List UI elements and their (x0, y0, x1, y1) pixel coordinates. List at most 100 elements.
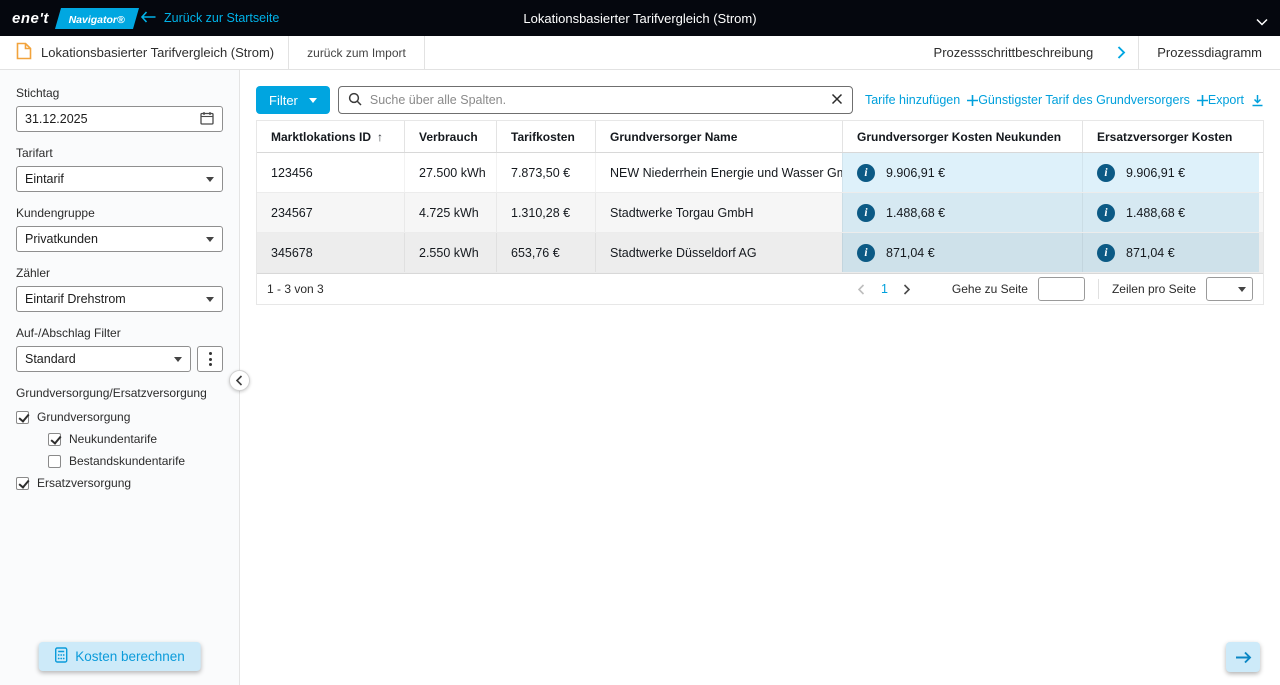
checkbox-ersatzversorgung[interactable]: Ersatzversorgung (16, 476, 223, 490)
checkbox-neukundentarife[interactable]: Neukundentarife (48, 432, 223, 446)
tab-title: Lokationsbasierter Tarifvergleich (Strom… (41, 45, 274, 60)
checkbox-bestandskundentarife[interactable]: Bestandskundentarife (48, 454, 223, 468)
cheapest-tariff-label: Günstigster Tarif des Grundversorgers (978, 93, 1190, 107)
add-tariffs-link[interactable]: Tarife hinzufügen (865, 93, 978, 107)
back-to-home-link[interactable]: Zurück zur Startseite (140, 11, 279, 26)
tab-tarifvergleich[interactable]: Lokationsbasierter Tarifvergleich (Strom… (0, 36, 288, 69)
next-step-button[interactable] (1226, 642, 1260, 672)
cell-verbrauch: 2.550 kWh (404, 233, 496, 272)
cell-grundversorger-name: NEW Niederrhein Energie und Wasser GmbH (595, 153, 842, 192)
calculate-costs-label: Kosten berechnen (75, 649, 185, 664)
info-icon[interactable] (1097, 204, 1115, 222)
results-table: Marktlokations ID ↑ Verbrauch Tarifkoste… (256, 120, 1264, 305)
abschlag-filter-value: Standard (25, 352, 76, 366)
back-link-label: Zurück zur Startseite (164, 11, 279, 25)
calculator-icon (54, 647, 67, 666)
checkbox-grundversorgung[interactable]: Grundversorgung (16, 410, 223, 424)
rows-per-page-select[interactable] (1206, 277, 1253, 301)
abschlag-filter-select[interactable]: Standard (16, 346, 191, 372)
column-header-verbrauch[interactable]: Verbrauch (404, 121, 496, 152)
table-row[interactable]: 123456 27.500 kWh 7.873,50 € NEW Niederr… (257, 153, 1263, 193)
calendar-icon[interactable] (200, 111, 214, 128)
toolbar-links: Tarife hinzufügen Günstigster Tarif des … (853, 93, 1264, 107)
checkbox-label: Grundversorgung (37, 410, 130, 424)
table-header: Marktlokations ID ↑ Verbrauch Tarifkoste… (257, 121, 1263, 153)
table-row[interactable]: 234567 4.725 kWh 1.310,28 € Stadtwerke T… (257, 193, 1263, 233)
info-icon[interactable] (857, 244, 875, 262)
pagination-range-text: 1 - 3 von 3 (267, 282, 324, 296)
goto-page-input[interactable] (1038, 277, 1085, 301)
cell-ersatzversorger-kosten: 871,04 € (1082, 233, 1259, 272)
column-header-marktlokations-id[interactable]: Marktlokations ID ↑ (257, 121, 404, 152)
filter-sidebar: Stichtag 31.12.2025 Tarifart Eintarif Ku… (0, 70, 240, 685)
cheapest-tariff-link[interactable]: Günstigster Tarif des Grundversorgers (978, 93, 1208, 107)
chevron-down-icon (174, 357, 182, 362)
filter-button[interactable]: Filter (256, 86, 330, 114)
back-to-import-button[interactable]: zurück zum Import (288, 36, 425, 69)
cost-value: 9.906,91 € (886, 166, 945, 180)
cell-grundversorger-kosten: 9.906,91 € (842, 153, 1082, 192)
pagination-bar: 1 - 3 von 3 1 Gehe zu Seite Zeilen pro S… (257, 273, 1263, 304)
expand-chevron-icon[interactable] (1105, 36, 1138, 69)
plus-icon (967, 95, 978, 106)
search-input[interactable] (370, 93, 823, 107)
column-header-tarifkosten[interactable]: Tarifkosten (496, 121, 595, 152)
clear-search-icon[interactable] (831, 93, 843, 108)
rows-per-page-label: Zeilen pro Seite (1112, 282, 1196, 296)
search-box[interactable] (338, 86, 853, 114)
zaehler-value: Eintarif Drehstrom (25, 292, 126, 306)
kundengruppe-label: Kundengruppe (16, 206, 223, 220)
column-header-ersatzversorger-kosten[interactable]: Ersatzversorger Kosten (1082, 121, 1259, 152)
info-icon[interactable] (857, 164, 875, 182)
export-link[interactable]: Export (1208, 93, 1264, 107)
cell-marktlokations-id: 123456 (257, 153, 404, 192)
chevron-down-icon[interactable] (1256, 14, 1268, 29)
more-options-button[interactable] (197, 346, 223, 372)
chevron-down-icon (206, 297, 214, 302)
kebab-menu-icon (209, 352, 212, 366)
next-page-button[interactable] (896, 284, 918, 295)
cell-tarifkosten: 1.310,28 € (496, 193, 595, 232)
info-icon[interactable] (1097, 244, 1115, 262)
goto-page-label: Gehe zu Seite (952, 282, 1028, 296)
tarifart-label: Tarifart (16, 146, 223, 160)
column-header-grundversorger-name[interactable]: Grundversorger Name (595, 121, 842, 152)
chevron-down-icon (206, 237, 214, 242)
zaehler-select[interactable]: Eintarif Drehstrom (16, 286, 223, 312)
checkbox-label: Bestandskundentarife (69, 454, 185, 468)
checkbox-label: Ersatzversorgung (37, 476, 131, 490)
logo-text: ene't (12, 10, 49, 27)
checkbox-box[interactable] (16, 411, 29, 424)
calculate-costs-button[interactable]: Kosten berechnen (38, 642, 201, 671)
abschlag-filter-label: Auf-/Abschlag Filter (16, 326, 223, 340)
cell-grundversorger-name: Stadtwerke Düsseldorf AG (595, 233, 842, 272)
info-icon[interactable] (1097, 164, 1115, 182)
kundengruppe-select[interactable]: Privatkunden (16, 226, 223, 252)
checkbox-box[interactable] (16, 477, 29, 490)
previous-page-button[interactable] (851, 284, 873, 295)
checkbox-box[interactable] (48, 455, 61, 468)
column-header-grundversorger-kosten[interactable]: Grundversorger Kosten Neukunden (842, 121, 1082, 152)
process-diagram-button[interactable]: Prozessdiagramm (1138, 36, 1280, 69)
arrow-right-icon (1235, 651, 1252, 664)
subheader-spacer (425, 36, 922, 69)
cell-tarifkosten: 7.873,50 € (496, 153, 595, 192)
table-row[interactable]: 345678 2.550 kWh 653,76 € Stadtwerke Düs… (257, 233, 1263, 273)
search-icon (348, 92, 362, 109)
sort-ascending-icon[interactable]: ↑ (377, 130, 383, 144)
stichtag-date-input[interactable]: 31.12.2025 (16, 106, 223, 132)
checkbox-box[interactable] (48, 433, 61, 446)
sidebar-collapse-button[interactable] (229, 370, 250, 391)
current-page-number[interactable]: 1 (881, 282, 888, 296)
chevron-down-icon (309, 98, 317, 103)
cell-ersatzversorger-kosten: 1.488,68 € (1082, 193, 1259, 232)
add-tariffs-label: Tarife hinzufügen (865, 93, 960, 107)
pagination-divider (1098, 279, 1099, 299)
info-icon[interactable] (857, 204, 875, 222)
chevron-down-icon (1238, 287, 1246, 292)
tarifart-select[interactable]: Eintarif (16, 166, 223, 192)
tarifart-value: Eintarif (25, 172, 64, 186)
cost-value: 1.488,68 € (886, 206, 945, 220)
app-logo: ene't Navigator® (0, 0, 136, 36)
download-icon (1251, 94, 1264, 107)
